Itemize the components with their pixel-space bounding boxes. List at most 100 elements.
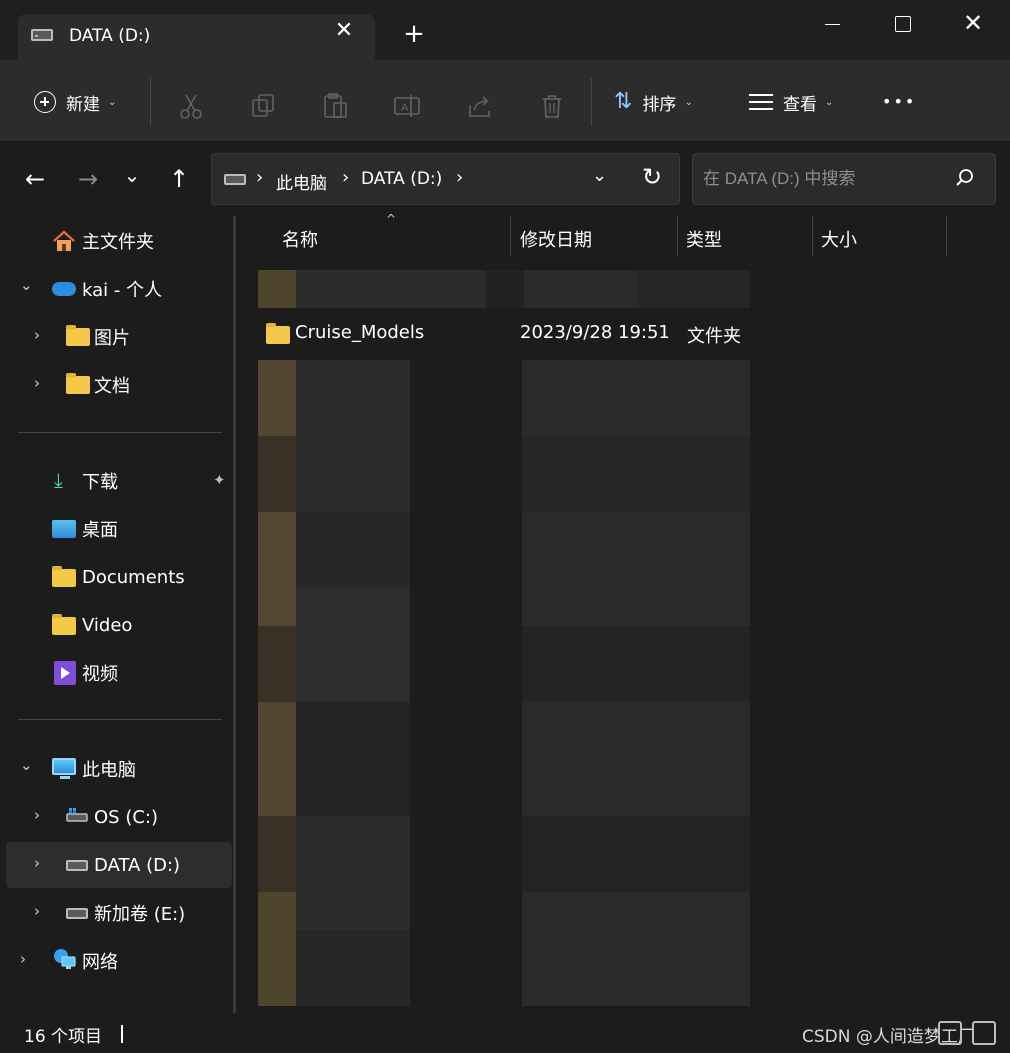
sidebar-item-home[interactable]: 主文件夹: [6, 218, 232, 264]
view-button[interactable]: 查看 ⌄: [749, 82, 833, 122]
search-input[interactable]: [703, 166, 953, 192]
sidebar-item-label: Documents: [82, 566, 185, 588]
add-icon: [34, 91, 56, 113]
forward-button[interactable]: →: [73, 164, 103, 194]
file-type: 文件夹: [687, 326, 741, 347]
sidebar-item-label: 图片: [94, 328, 130, 349]
sort-button[interactable]: ⇅ 排序 ⌄: [614, 82, 693, 122]
sidebar-item-documents-cn[interactable]: › 文档: [6, 362, 232, 408]
up-button[interactable]: ↑: [164, 164, 194, 194]
sidebar-item-label: 视频: [82, 664, 118, 685]
folder-icon: [266, 323, 290, 344]
new-button[interactable]: 新建 ⌄: [34, 82, 116, 122]
new-tab-button[interactable]: +: [402, 21, 426, 47]
search-icon[interactable]: [955, 168, 975, 188]
tiles-view-icon[interactable]: [972, 1021, 996, 1045]
active-tab[interactable]: DATA (D:) ✕: [18, 14, 375, 60]
sidebar-item-video[interactable]: Video: [6, 602, 232, 648]
maximize-button[interactable]: [887, 10, 917, 40]
details-view-icon[interactable]: [938, 1021, 962, 1045]
view-label: 查看: [783, 94, 817, 115]
drive-icon: [31, 29, 53, 41]
paste-icon[interactable]: [320, 86, 350, 126]
more-options-button[interactable]: •••: [882, 82, 916, 122]
file-name: Cruise_Models: [295, 322, 425, 343]
column-divider[interactable]: [946, 216, 947, 256]
column-divider[interactable]: [812, 216, 813, 256]
column-header-type[interactable]: 类型: [686, 226, 722, 252]
folder-icon: [52, 614, 76, 635]
back-button[interactable]: ←: [20, 164, 50, 194]
sidebar-divider: [18, 432, 222, 433]
breadcrumb-data-d[interactable]: DATA (D:): [361, 169, 442, 189]
delete-icon[interactable]: [537, 86, 567, 126]
redacted-row: [258, 270, 750, 308]
table-row[interactable]: Cruise_Models 2023/9/28 19:51 文件夹: [258, 314, 752, 352]
rename-icon[interactable]: A: [392, 86, 422, 126]
column-header-size[interactable]: 大小: [821, 226, 857, 252]
sidebar-item-videos[interactable]: 视频: [6, 650, 232, 696]
network-icon: [54, 949, 76, 969]
close-tab-icon[interactable]: ✕: [334, 20, 354, 42]
sidebar-item-label: 主文件夹: [82, 232, 154, 253]
column-divider[interactable]: [677, 216, 678, 256]
breadcrumb-separator: ›: [342, 167, 350, 188]
chevron-right-icon[interactable]: ›: [34, 806, 40, 824]
sidebar-item-onedrive[interactable]: ⌄ kai - 个人: [6, 266, 232, 312]
sort-icon: ⇅: [614, 89, 633, 114]
onedrive-cloud-icon: [52, 282, 76, 296]
pin-icon[interactable]: ✦: [213, 471, 226, 489]
video-icon: [54, 661, 76, 685]
sidebar-item-label: kai - 个人: [82, 280, 163, 301]
chevron-right-icon[interactable]: ›: [34, 374, 40, 392]
copy-icon[interactable]: [249, 86, 279, 126]
svg-text:A: A: [401, 102, 409, 114]
sidebar-item-network[interactable]: › 网络: [6, 938, 232, 984]
sidebar-item-new-volume-e[interactable]: › 新加卷 (E:): [6, 890, 232, 936]
chevron-right-icon[interactable]: ›: [34, 902, 40, 920]
redacted-icons: [258, 360, 296, 1006]
chevron-right-icon[interactable]: ›: [20, 950, 26, 968]
drive-icon: [66, 908, 88, 919]
sidebar-item-pictures[interactable]: › 图片: [6, 314, 232, 360]
share-icon[interactable]: [465, 86, 495, 126]
column-header-modified[interactable]: 修改日期: [520, 226, 592, 252]
more-icon: •••: [882, 92, 917, 111]
sidebar-item-label: 此电脑: [82, 760, 136, 781]
sidebar-item-os-c[interactable]: › OS (C:): [6, 794, 232, 840]
address-dropdown-icon[interactable]: ⌄: [592, 165, 607, 186]
breadcrumb-separator: ›: [456, 167, 464, 188]
chevron-down-icon[interactable]: ⌄: [20, 756, 33, 774]
address-bar[interactable]: › 此电脑 › DATA (D:) › ⌄ ↻: [211, 153, 680, 205]
file-modified: 2023/9/28 19:51: [520, 322, 670, 343]
sidebar-item-label: 下载: [82, 472, 118, 493]
desktop-icon: [52, 520, 76, 538]
sort-label: 排序: [642, 94, 677, 115]
chevron-down-icon[interactable]: ⌄: [20, 276, 33, 294]
chevron-down-icon: ⌄: [825, 96, 834, 108]
close-window-button[interactable]: ✕: [958, 10, 988, 40]
drive-icon: [66, 860, 88, 871]
column-header-name[interactable]: 名称: [282, 226, 318, 252]
recent-locations-button[interactable]: ⌄: [117, 160, 147, 190]
sidebar-divider: [18, 719, 222, 720]
chevron-down-icon: ⌄: [108, 96, 117, 108]
refresh-icon[interactable]: ↻: [642, 163, 662, 191]
search-box[interactable]: [692, 153, 996, 205]
chevron-right-icon[interactable]: ›: [34, 326, 40, 344]
cut-icon[interactable]: [176, 86, 206, 126]
redacted-names: [296, 360, 410, 1006]
sidebar-item-label: OS (C:): [94, 806, 158, 828]
sidebar-item-downloads[interactable]: ⤓ 下载 ✦: [6, 458, 232, 504]
sidebar-item-this-pc[interactable]: ⌄ 此电脑: [6, 746, 232, 792]
status-divider: [121, 1025, 123, 1043]
breadcrumb-this-pc[interactable]: 此电脑: [276, 169, 327, 194]
home-icon: [53, 230, 75, 251]
chevron-right-icon[interactable]: ›: [34, 854, 40, 872]
minimize-button[interactable]: [818, 10, 848, 40]
sidebar-item-data-d[interactable]: › DATA (D:): [6, 842, 232, 888]
sidebar-item-documents[interactable]: Documents: [6, 554, 232, 600]
toolbar-divider: [591, 78, 592, 126]
sidebar-item-desktop[interactable]: 桌面: [6, 506, 232, 552]
column-divider[interactable]: [510, 216, 511, 256]
